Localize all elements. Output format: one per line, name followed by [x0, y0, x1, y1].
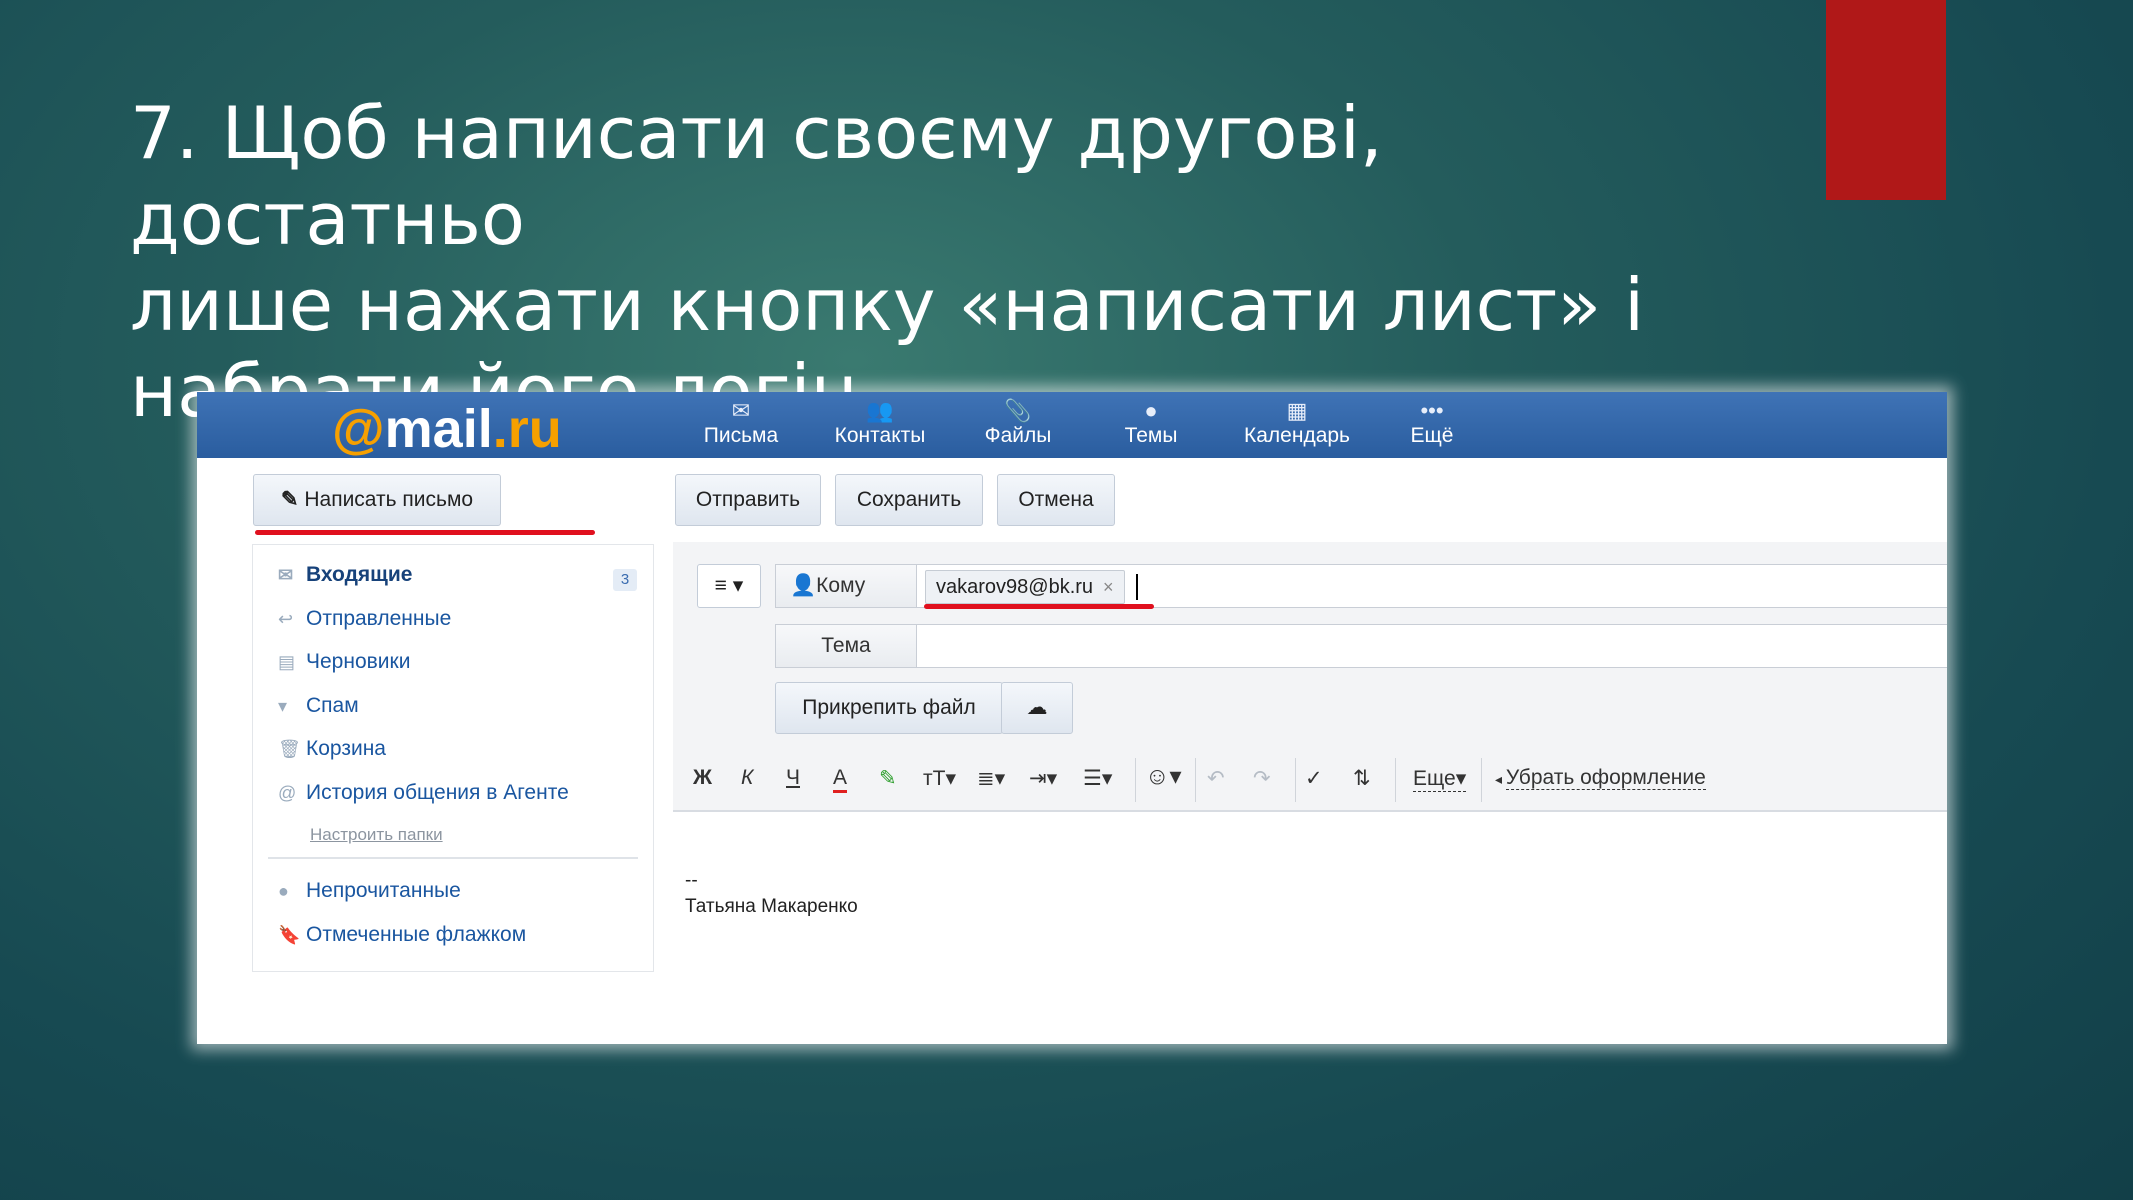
folder-sidebar: ✉ Входящие 3 ↩ Отправленные ▤ Черновики ▾ Сп… [252, 544, 654, 972]
font-size-button[interactable]: тТ▾ [923, 766, 956, 791]
palette-icon: ● [1144, 398, 1158, 423]
folder-agent-history[interactable]: @ История общения в Агенте [278, 781, 569, 805]
folder-sent[interactable]: ↩ Отправленные [278, 607, 451, 631]
cancel-button[interactable]: Отмена [997, 474, 1115, 526]
filter-flagged[interactable]: 🔖 Отмеченные флажком [278, 923, 526, 947]
nav-files[interactable]: 📎 Файлы [958, 398, 1078, 448]
nav-calendar[interactable]: ▦ Календарь [1237, 398, 1357, 448]
cloud-icon: ☁ [1026, 696, 1048, 719]
redo-icon[interactable]: ↷ [1253, 766, 1271, 791]
title-line-1: 7. Щоб написати своєму другові, достатнь… [130, 91, 1383, 261]
italic-button[interactable]: К [741, 766, 753, 790]
remove-recipient-icon[interactable]: × [1103, 577, 1114, 597]
cloud-attach-button[interactable]: ☁ [1001, 682, 1073, 734]
format-menu-button[interactable]: ≡ ▾ [697, 564, 761, 608]
title-line-2: лише нажати кнопку «написати лист» і [130, 263, 1645, 347]
signature-name: Татьяна Макаренко [685, 896, 858, 917]
mail-screenshot: @mail.ru ✉ Письма 👥 Контакты 📎 Файлы ● Т… [197, 392, 1947, 1044]
save-button[interactable]: Сохранить [835, 474, 983, 526]
underline-button[interactable]: Ч [786, 766, 800, 790]
at-icon: @ [278, 783, 297, 803]
sidebar-divider [268, 857, 638, 859]
more-format-button[interactable]: Еще▾ [1413, 766, 1467, 792]
bold-button[interactable]: Ж [693, 766, 712, 790]
calendar-icon: ▦ [1286, 398, 1308, 423]
attach-file-button[interactable]: Прикрепить файл [775, 682, 1003, 734]
signature-separator: -- [685, 870, 698, 891]
toolbar-separator [1295, 758, 1296, 802]
spellcheck-icon[interactable]: ✓ [1305, 766, 1323, 791]
clear-format-button[interactable]: ◂ Убрать оформление [1495, 766, 1706, 790]
contacts-icon: 👥 [866, 398, 894, 423]
more-dots-icon: ••• [1420, 398, 1444, 423]
inbox-count-badge: 3 [613, 569, 637, 591]
highlight-icon[interactable]: ✎ [879, 766, 897, 791]
person-icon: 👤 [790, 574, 817, 597]
compose-highlight-underline [255, 530, 595, 535]
folder-inbox[interactable]: ✉ Входящие [278, 563, 413, 587]
toolbar-separator [1195, 758, 1196, 802]
dot-icon: ● [278, 881, 289, 901]
edit-icon: ✎ [280, 488, 299, 511]
nav-letters[interactable]: ✉ Письма [681, 398, 801, 448]
thumbs-down-icon: ▾ [278, 696, 288, 716]
flag-icon: 🔖 [278, 925, 301, 945]
align-icon[interactable]: ≣▾ [977, 766, 1005, 791]
filter-unread[interactable]: ● Непрочитанные [278, 879, 461, 903]
envelope-icon: ✉ [731, 398, 751, 423]
emoji-icon[interactable]: ☺▾ [1145, 762, 1182, 791]
toolbar-separator [1481, 758, 1482, 802]
slide-title: 7. Щоб написати своєму другові, достатнь… [130, 90, 1780, 434]
subject-label: Тема [775, 624, 917, 668]
compose-button[interactable]: ✎ Написать письмо [253, 474, 501, 526]
paperclip-icon: 📎 [1004, 398, 1032, 423]
undo-icon[interactable]: ↶ [1207, 766, 1225, 791]
mail-logo[interactable]: @mail.ru [332, 398, 562, 460]
draft-icon: ▤ [278, 652, 296, 672]
translit-icon[interactable]: ⇅ [1353, 766, 1371, 791]
nav-contacts[interactable]: 👥 Контакты [820, 398, 940, 448]
toolbar-separator [1135, 758, 1136, 802]
chevron-left-icon: ◂ [1495, 771, 1506, 787]
trash-icon: 🗑 [278, 739, 301, 759]
to-label-cell: 👤Кому [775, 564, 917, 608]
text-color-button[interactable]: А [833, 766, 848, 793]
folder-trash[interactable]: 🗑 Корзина [278, 737, 386, 761]
nav-more[interactable]: ••• Ещё [1372, 398, 1492, 448]
folder-spam[interactable]: ▾ Спам [278, 694, 359, 718]
mail-header: @mail.ru ✉ Письма 👥 Контакты 📎 Файлы ● Т… [197, 392, 1947, 460]
folder-drafts[interactable]: ▤ Черновики [278, 650, 410, 674]
message-editor[interactable]: -- Татьяна Макаренко [673, 812, 1947, 1044]
menu-lines-icon: ≡ ▾ [714, 574, 744, 597]
send-button[interactable]: Отправить [675, 474, 821, 526]
reply-icon: ↩ [278, 609, 294, 629]
inbox-icon: ✉ [278, 565, 294, 585]
subject-field[interactable] [775, 624, 1947, 668]
indent-icon[interactable]: ⇥▾ [1029, 766, 1057, 791]
list-icon[interactable]: ☰▾ [1083, 766, 1112, 791]
format-toolbar: Ж К Ч А ✎ тТ▾ ≣▾ ⇥▾ ☰▾ ☺▾ ↶ ↷ ✓ ⇅ Еще▾ ◂… [673, 750, 1947, 812]
recipient-highlight-underline [924, 604, 1154, 609]
red-accent-bar [1826, 0, 1946, 200]
nav-themes[interactable]: ● Темы [1091, 398, 1211, 448]
configure-folders-link[interactable]: Настроить папки [310, 825, 443, 845]
toolbar-separator [1395, 758, 1396, 802]
text-cursor [1136, 574, 1138, 600]
recipient-chip[interactable]: vakarov98@bk.ru × [925, 570, 1125, 604]
